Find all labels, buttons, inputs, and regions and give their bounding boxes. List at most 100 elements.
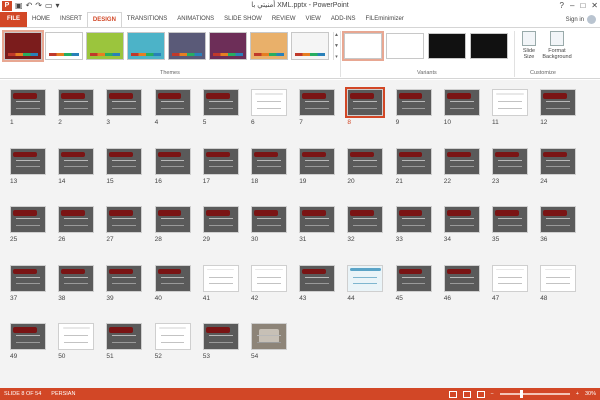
slide-thumbnail[interactable] [106, 206, 143, 233]
slide-thumbnail[interactable] [106, 264, 143, 292]
tab-transitions[interactable]: TRANSITIONS [122, 12, 172, 27]
slide-thumbnail[interactable] [202, 89, 239, 116]
gallery-up-icon[interactable]: ▲ [334, 32, 339, 38]
tab-review[interactable]: REVIEW [267, 12, 301, 27]
slide-thumbnail[interactable] [443, 264, 480, 292]
slide-thumbnail[interactable] [10, 323, 46, 350]
slide-size-button[interactable]: Slide Size [518, 31, 540, 60]
close-button[interactable]: ✕ [591, 0, 598, 12]
slide-thumbnail[interactable] [202, 147, 239, 175]
slide-thumbnail[interactable] [395, 147, 432, 175]
slide-thumbnail[interactable] [58, 147, 95, 175]
slide-thumbnail[interactable] [58, 323, 95, 350]
slide-thumbnail[interactable] [540, 264, 577, 292]
sign-in[interactable]: Sign in [566, 12, 596, 27]
slide-thumbnail[interactable] [251, 147, 287, 175]
theme-thumbnail[interactable] [127, 32, 165, 60]
slide-thumbnail[interactable] [299, 264, 336, 292]
tab-add-ins[interactable]: ADD-INS [326, 12, 361, 27]
restore-button[interactable]: □ [580, 0, 585, 12]
format-background-button[interactable]: Format Background [541, 31, 573, 60]
slide-thumbnail[interactable] [395, 206, 432, 233]
slide-thumbnail[interactable] [395, 264, 432, 292]
theme-thumbnail[interactable] [45, 32, 83, 60]
slide-thumbnail[interactable] [58, 89, 95, 116]
normal-view-icon[interactable] [448, 390, 457, 398]
slide-thumbnail[interactable] [202, 264, 239, 292]
zoom-out-button[interactable]: − [491, 391, 494, 397]
tab-fileminimizer[interactable]: FILEminimizer [361, 12, 409, 27]
slide-number: 48 [540, 294, 548, 302]
slide-thumbnail[interactable] [106, 323, 143, 350]
zoom-slider[interactable] [499, 390, 570, 398]
gallery-more-icon[interactable]: ▾ [335, 54, 338, 60]
slide-thumbnail[interactable] [443, 147, 480, 175]
language-indicator[interactable]: PERSIAN [51, 388, 75, 400]
theme-thumbnail[interactable] [2, 30, 44, 62]
slide-thumbnail[interactable] [345, 87, 386, 118]
slide-thumbnail[interactable] [154, 323, 191, 350]
slide-thumbnail[interactable] [10, 89, 46, 116]
slide-thumbnail[interactable] [395, 89, 432, 116]
slide-thumbnail[interactable] [10, 206, 46, 233]
slide-thumbnail[interactable] [492, 264, 528, 292]
tab-slide-show[interactable]: SLIDE SHOW [219, 12, 267, 27]
theme-thumbnail[interactable] [86, 32, 124, 60]
minimize-button[interactable]: ‒ [570, 0, 574, 12]
theme-thumbnail[interactable] [209, 32, 247, 60]
slide-thumbnail[interactable] [540, 206, 577, 233]
slide-thumbnail[interactable] [154, 147, 191, 175]
slide-thumbnail[interactable] [492, 147, 528, 175]
tab-design[interactable]: DESIGN [86, 12, 122, 27]
zoom-in-button[interactable]: + [576, 391, 579, 397]
zoom-slider-knob[interactable] [519, 390, 523, 398]
slide-thumbnail[interactable] [540, 147, 577, 175]
tab-insert[interactable]: INSERT [55, 12, 87, 27]
theme-thumbnail[interactable] [168, 32, 206, 60]
slide-thumbnail[interactable] [106, 89, 143, 116]
slide-thumbnail[interactable] [58, 264, 95, 292]
slide-thumbnail[interactable] [443, 89, 480, 116]
variant-thumbnail[interactable] [386, 33, 424, 59]
slide-thumbnail[interactable] [540, 89, 577, 116]
slide-thumbnail[interactable] [202, 206, 239, 233]
slide-thumbnail[interactable] [443, 206, 480, 233]
slide-thumbnail-title [446, 210, 471, 216]
theme-thumbnail[interactable] [250, 32, 288, 60]
slide-thumbnail[interactable] [154, 206, 191, 233]
slide-thumbnail[interactable] [347, 206, 384, 233]
reading-view-icon[interactable] [476, 390, 485, 398]
slide-thumbnail[interactable] [251, 89, 287, 116]
slide-thumbnail[interactable] [492, 206, 528, 233]
tab-animations[interactable]: ANIMATIONS [172, 12, 219, 27]
slide-thumbnail[interactable] [492, 89, 528, 116]
zoom-level[interactable]: 30% [585, 391, 596, 397]
tab-view[interactable]: VIEW [301, 12, 326, 27]
slide-thumbnail[interactable] [299, 147, 336, 175]
slide-sorter-view-icon[interactable] [462, 390, 471, 398]
slide-thumbnail[interactable] [251, 264, 287, 292]
slide-thumbnail[interactable] [347, 264, 384, 292]
slide-thumbnail[interactable] [299, 89, 336, 116]
slide-thumbnail[interactable] [10, 147, 46, 175]
tab-file[interactable]: FILE [0, 12, 27, 27]
variant-thumbnail[interactable] [428, 33, 466, 59]
slide-thumbnail[interactable] [58, 206, 95, 233]
tab-home[interactable]: HOME [27, 12, 55, 27]
slide-thumbnail[interactable] [202, 323, 239, 350]
help-button[interactable]: ? [560, 0, 564, 12]
slide-thumbnail[interactable] [154, 89, 191, 116]
themes-gallery-scroll[interactable]: ▲ ▼ ▾ [333, 32, 339, 60]
slide-thumbnail[interactable] [299, 206, 336, 233]
slide-thumbnail[interactable] [251, 206, 287, 233]
theme-thumbnail[interactable] [291, 32, 329, 60]
sign-in-label[interactable]: Sign in [566, 17, 584, 23]
slide-thumbnail[interactable] [251, 323, 287, 350]
slide-thumbnail[interactable] [10, 264, 46, 292]
slide-thumbnail[interactable] [347, 147, 384, 175]
gallery-down-icon[interactable]: ▼ [334, 43, 339, 49]
slide-thumbnail[interactable] [106, 147, 143, 175]
variant-thumbnail[interactable] [342, 31, 384, 61]
slide-thumbnail[interactable] [154, 264, 191, 292]
variant-thumbnail[interactable] [470, 33, 508, 59]
